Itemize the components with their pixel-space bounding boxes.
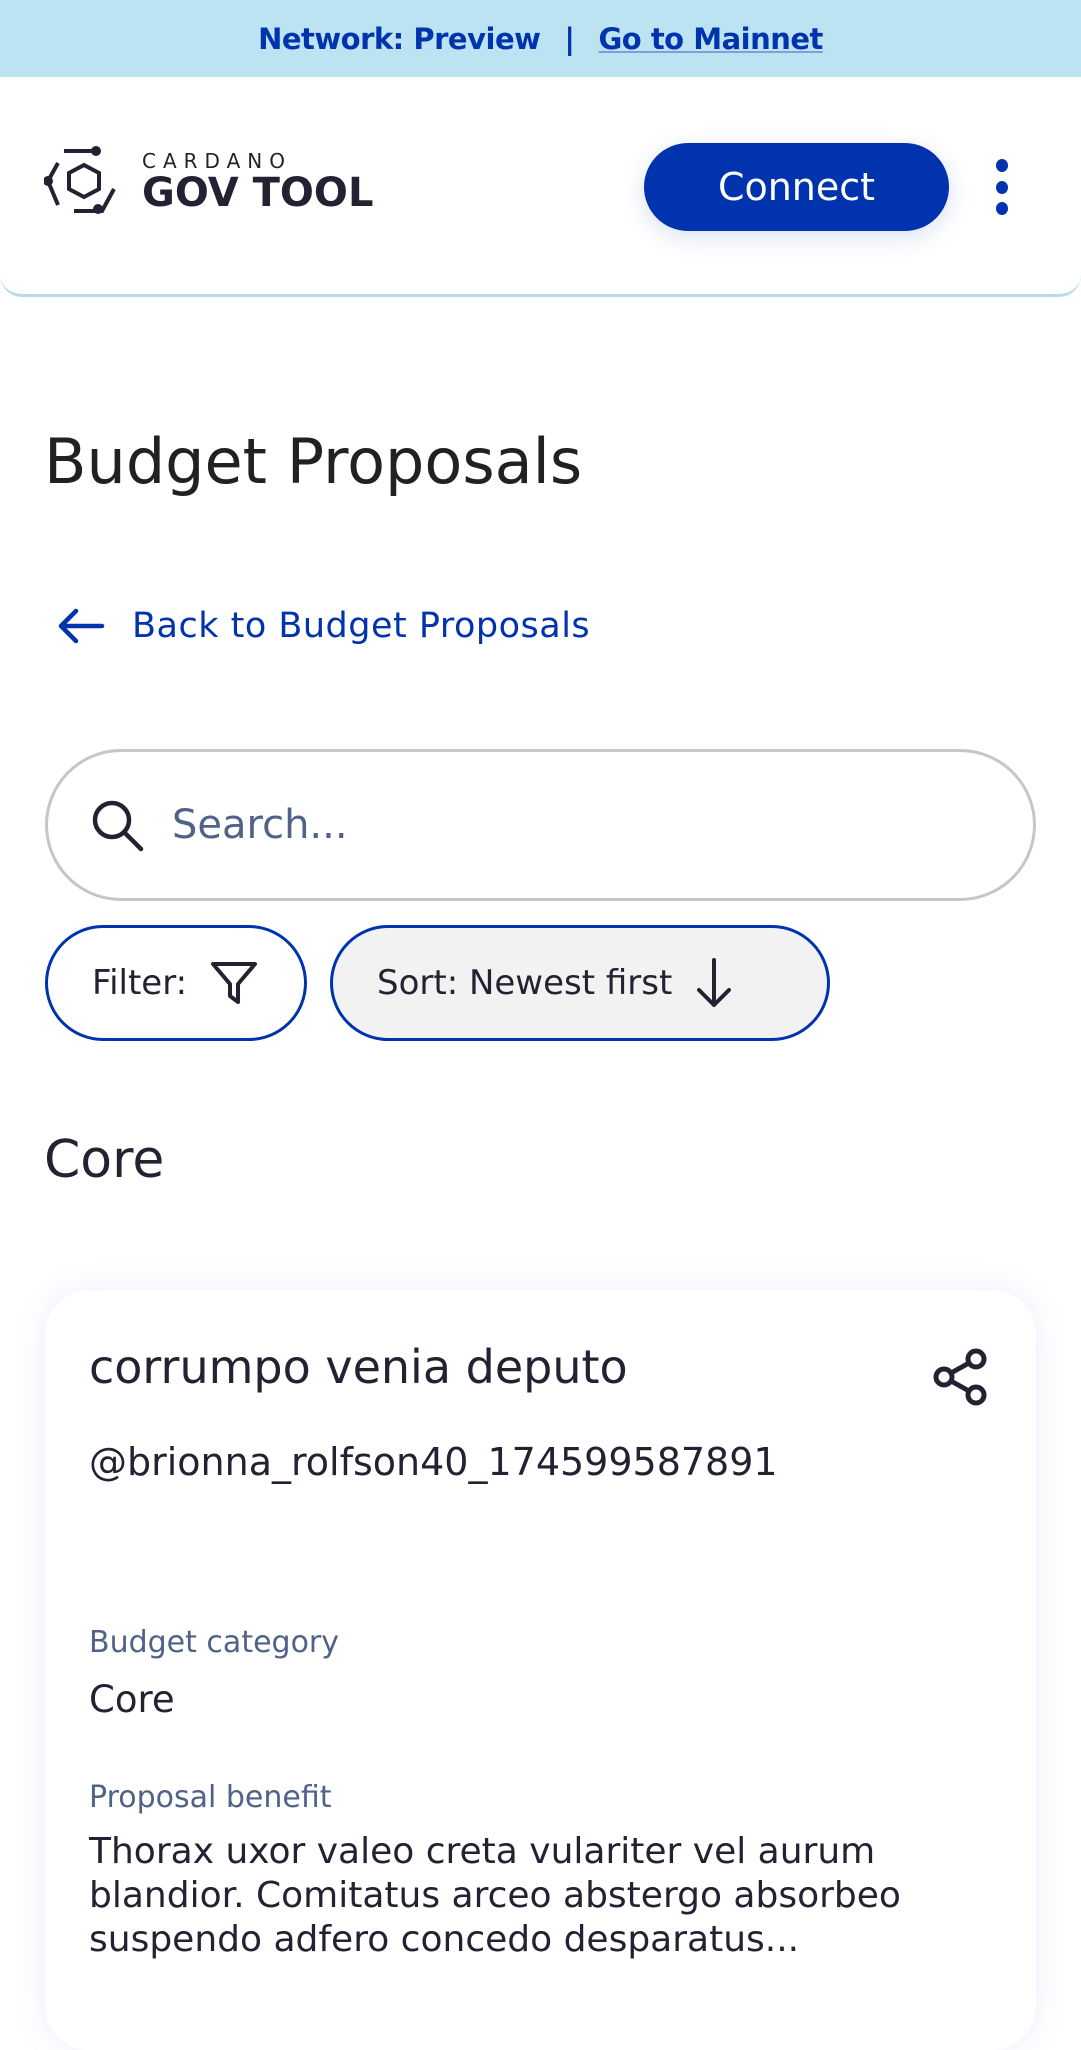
proposal-card[interactable]: corrumpo venia deputo @brionna_rolfson40…	[45, 1290, 1036, 2050]
network-label: Network: Preview	[258, 21, 541, 56]
proposal-benefit-value: Thorax uxor valeo creta vulariter vel au…	[89, 1831, 901, 1960]
filter-label: Filter:	[92, 963, 188, 1003]
arrow-left-icon	[58, 608, 105, 644]
sort-button[interactable]: Sort: Newest first	[330, 925, 830, 1041]
cardano-hex-logo-icon	[44, 146, 116, 214]
more-menu-icon[interactable]	[990, 159, 1014, 215]
share-icon[interactable]	[932, 1348, 990, 1406]
filter-icon	[211, 962, 258, 1004]
search-input[interactable]	[172, 802, 972, 848]
go-to-mainnet-link[interactable]: Go to Mainnet	[599, 22, 824, 56]
search-box[interactable]	[45, 749, 1036, 901]
search-icon	[92, 800, 144, 852]
sort-label: Sort: Newest first	[377, 963, 673, 1003]
section-title: Core	[44, 1130, 165, 1190]
filter-button[interactable]: Filter:	[45, 925, 307, 1041]
separator: |	[564, 21, 575, 56]
connect-button[interactable]: Connect	[644, 143, 949, 231]
proposal-title: corrumpo venia deputo	[89, 1340, 628, 1394]
proposal-author: @brionna_rolfson40_174599587891	[89, 1440, 778, 1484]
network-banner: Network: Preview | Go to Mainnet	[0, 0, 1081, 77]
header: CARDANO GOV TOOL Connect	[0, 77, 1081, 297]
arrow-down-icon	[697, 958, 732, 1007]
proposal-benefit-label: Proposal benefit	[89, 1780, 332, 1815]
budget-category-value: Core	[89, 1678, 175, 1721]
back-link[interactable]: Back to Budget Proposals	[56, 606, 590, 646]
back-link-label: Back to Budget Proposals	[132, 606, 591, 646]
budget-category-label: Budget category	[89, 1625, 340, 1660]
logo[interactable]: CARDANO GOV TOOL	[44, 145, 373, 217]
page-title: Budget Proposals	[44, 425, 583, 498]
logo-text-gov-tool: GOV TOOL	[142, 170, 374, 216]
